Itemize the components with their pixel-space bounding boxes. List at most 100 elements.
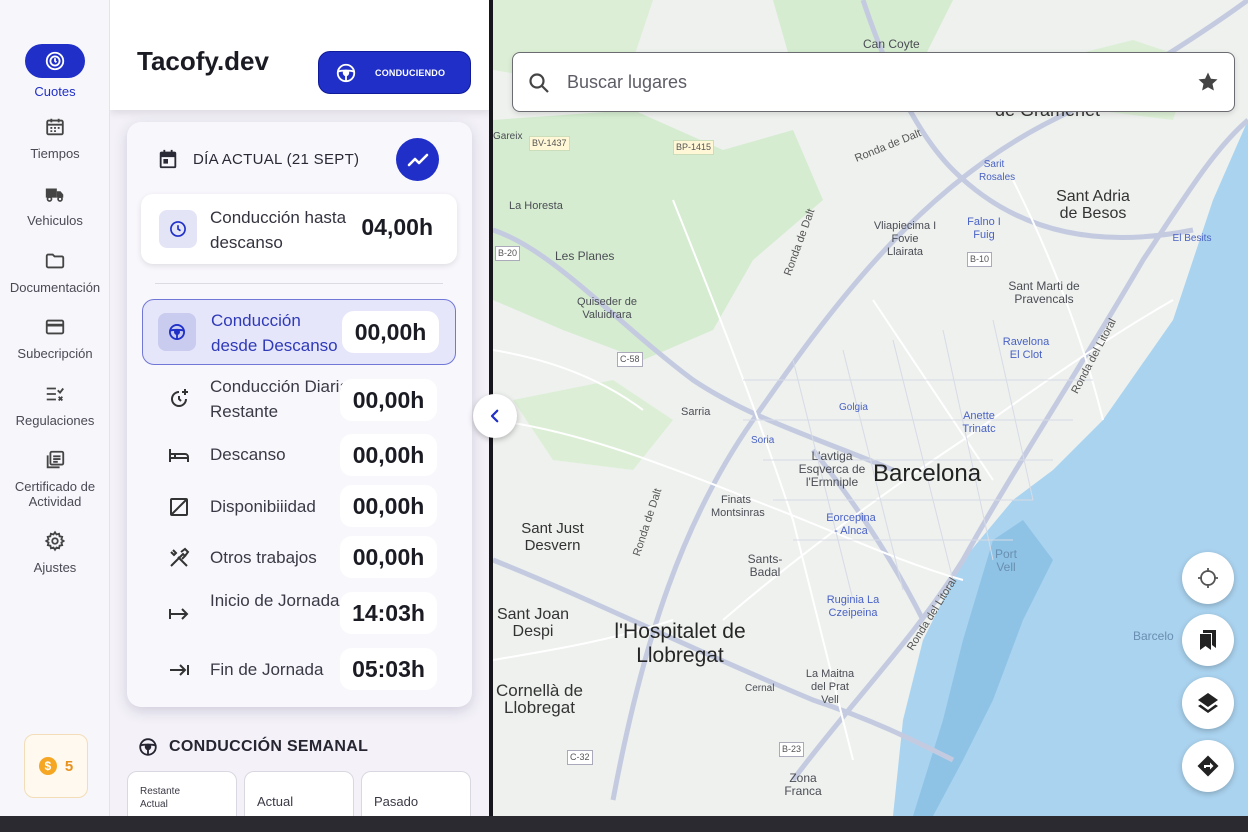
map-label-falno: Falno I Fuig bbox=[967, 216, 1001, 241]
weekly-title-text: CONDUCCIÓN SEMANAL bbox=[169, 738, 369, 755]
map-road-b23: B-23 bbox=[779, 742, 805, 757]
map-road-b10: B-10 bbox=[967, 252, 993, 267]
hammer-icon bbox=[167, 546, 191, 570]
driving-until-rest-value: 04,00h bbox=[361, 214, 433, 240]
rest-value: 00,00h bbox=[340, 434, 437, 476]
trending-up-icon bbox=[407, 153, 428, 166]
search-input[interactable]: Buscar lugares bbox=[567, 72, 687, 93]
map-label-sant-just: Sant Just Desvern bbox=[521, 520, 584, 554]
search-icon bbox=[529, 73, 549, 93]
nav-item-label: Cuotes bbox=[34, 84, 76, 99]
nav-item-label: Ajustes bbox=[33, 560, 77, 575]
nav-item-regulaciones[interactable]: Regulaciones bbox=[0, 383, 110, 428]
layers-icon bbox=[1198, 693, 1218, 713]
clock-icon bbox=[170, 221, 186, 237]
map-label-soria: Soria bbox=[751, 435, 775, 446]
map-label-golgia: Golgia bbox=[839, 402, 868, 413]
map-label-can-coyte: Can Coyte bbox=[863, 37, 920, 51]
nav-item-subecripcion[interactable]: Subecripción bbox=[0, 316, 110, 361]
map-label-maitna: La Maitna del Prat Vell bbox=[805, 668, 855, 706]
map-label-besits: El Besits bbox=[1172, 233, 1212, 244]
nav-item-label: Subecripción bbox=[17, 346, 93, 361]
map-label-cornella: Cornellà de Llobregat bbox=[496, 681, 583, 717]
shift-end-value: 05:03h bbox=[340, 648, 437, 690]
panel-header: Tacofy.dev CONDUCIENDO bbox=[110, 0, 490, 110]
map-road-c58: C-58 bbox=[617, 352, 643, 367]
weekly-current-card[interactable]: Actual bbox=[244, 771, 354, 816]
weekly-current-label: Actual bbox=[257, 794, 294, 809]
map-label-villapiecima: Vliapiecima I Fovie Llairata bbox=[873, 220, 937, 258]
map-label-barcelona-sea: Barcelo bbox=[1133, 629, 1174, 643]
driving-since-rest-label: Conducción desde Descanso bbox=[211, 311, 338, 355]
my-location-button[interactable] bbox=[1182, 552, 1234, 604]
availability-label: Disponibiiidad bbox=[210, 497, 316, 516]
map-label-les-planes: Les Planes bbox=[555, 249, 615, 263]
nav-item-tiempos[interactable]: Tiempos bbox=[0, 116, 110, 161]
chevron-left-icon bbox=[490, 409, 499, 423]
weekly-past-label: Pasado bbox=[374, 794, 419, 809]
collapse-panel-button[interactable] bbox=[473, 394, 517, 438]
nav-item-certificado[interactable]: Certificado de Actividad bbox=[0, 449, 110, 509]
driving-panel: Tacofy.dev CONDUCIENDO DÍA ACTUAL (21 SE… bbox=[110, 0, 490, 816]
calendar-icon bbox=[159, 149, 177, 169]
layers-button[interactable] bbox=[1182, 677, 1234, 729]
nav-active-pill bbox=[25, 44, 85, 78]
today-header: DÍA ACTUAL (21 SEPT) bbox=[157, 148, 359, 170]
nav-item-ajustes[interactable]: Ajustes bbox=[0, 530, 110, 575]
map-view[interactable]: Barcelona l'Hospitalet de Llobregat Corn… bbox=[493, 0, 1248, 816]
star-icon[interactable] bbox=[1196, 70, 1220, 94]
driving-mode-button[interactable]: CONDUCIENDO bbox=[318, 51, 471, 94]
driving-mode-label: CONDUCIENDO bbox=[375, 67, 446, 78]
nav-item-label: Tiempos bbox=[30, 146, 80, 161]
app-title: Tacofy.dev bbox=[137, 46, 269, 76]
map-label-gareix: Gareix bbox=[493, 131, 523, 142]
daily-remaining-label: Conducción Diaria Restante bbox=[210, 377, 349, 421]
map-label-barcelona: Barcelona bbox=[873, 460, 982, 487]
daily-remaining-value: 00,00h bbox=[340, 379, 437, 421]
trend-chart-button[interactable] bbox=[396, 138, 439, 181]
map-road-bp1415: BP-1415 bbox=[673, 140, 715, 155]
checklist-icon bbox=[46, 387, 64, 402]
bookmarks-button[interactable] bbox=[1182, 614, 1234, 666]
driving-until-rest-card: Conducción hasta descanso 04,00h bbox=[141, 194, 457, 264]
bookmarks-icon bbox=[1200, 630, 1216, 650]
nav-item-label: Documentación bbox=[9, 280, 101, 295]
map-road-c32: C-32 bbox=[567, 750, 593, 765]
arrow-right-bar-icon bbox=[167, 602, 191, 626]
nav-rail: Cuotes Tiempos Vehiculos Documentación S… bbox=[0, 0, 110, 816]
folder-icon bbox=[45, 253, 65, 269]
map-label-sants: Sants-Badal bbox=[747, 552, 783, 579]
nav-item-label: Regulaciones bbox=[15, 413, 95, 428]
map-label-quisedor: Quiseder de Valuidrara bbox=[577, 296, 637, 321]
system-bottom-bar bbox=[0, 816, 1248, 832]
map-label-anette: Anette Trinatc bbox=[962, 410, 996, 435]
availability-value: 00,00h bbox=[340, 485, 437, 527]
map-label-port-vell: Port Vell bbox=[994, 547, 1017, 574]
driving-since-rest-row[interactable]: Conducción desde Descanso 00,00h bbox=[142, 299, 456, 365]
crosshair-icon bbox=[1198, 568, 1218, 588]
other-work-value: 00,00h bbox=[340, 536, 437, 578]
gear-icon bbox=[44, 530, 66, 552]
weekly-remaining-card[interactable]: Restante Actual bbox=[127, 771, 237, 816]
credit-card-icon bbox=[45, 319, 65, 335]
driving-since-rest-value: 00,00h bbox=[342, 311, 439, 353]
today-title: DÍA ACTUAL (21 SEPT) bbox=[193, 150, 360, 168]
weekly-past-card[interactable]: Pasado bbox=[361, 771, 471, 816]
map-search-bar[interactable]: Buscar lugares bbox=[512, 52, 1235, 112]
map-label-zona-franca: Zona Franca bbox=[784, 771, 822, 798]
steering-icon-box bbox=[158, 313, 196, 351]
truck-icon bbox=[45, 188, 64, 202]
map-label-sant-adria: Sant Adria de Besos bbox=[1056, 188, 1130, 222]
nav-item-cuotes[interactable]: Cuotes bbox=[0, 44, 110, 99]
map-label-finats: Finats Montsinras bbox=[711, 494, 765, 519]
bed-icon bbox=[167, 443, 191, 467]
nav-item-documentacion[interactable]: Documentación bbox=[0, 250, 110, 295]
nav-item-vehiculos[interactable]: Vehiculos bbox=[0, 183, 110, 228]
certificate-icon bbox=[46, 450, 65, 469]
directions-button[interactable] bbox=[1182, 740, 1234, 792]
coins-badge[interactable]: $ 5 bbox=[24, 734, 88, 798]
steering-wheel-icon bbox=[169, 324, 185, 340]
map-label-sarria: Sarria bbox=[681, 406, 711, 418]
shift-start-label: Inicio de Jornada bbox=[210, 591, 340, 610]
map-label-sarit: Sarit Rosales bbox=[979, 159, 1016, 183]
